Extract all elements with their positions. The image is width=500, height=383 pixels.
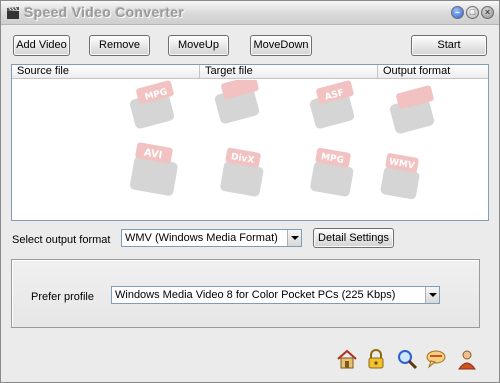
person-icon[interactable] xyxy=(456,348,478,370)
lock-icon[interactable] xyxy=(365,348,387,370)
format-watermark: MPG ASF AVI DivX MPG WMV xyxy=(129,80,435,200)
app-window: Speed Video Converter – □ × Add Video Re… xyxy=(0,0,500,383)
file-list-header: Source file Target file Output format xyxy=(12,65,488,79)
move-up-button[interactable]: MoveUp xyxy=(168,35,229,56)
prefer-profile-label: Prefer profile xyxy=(31,291,94,303)
watermark-tile: AVI xyxy=(130,142,178,196)
profile-select[interactable]: Windows Media Video 8 for Color Pocket P… xyxy=(111,286,440,304)
detail-settings-button[interactable]: Detail Settings xyxy=(313,228,394,248)
watermark-tile: ASF xyxy=(309,80,355,129)
output-format-value: WMV (Windows Media Format) xyxy=(125,232,278,244)
column-output-format[interactable]: Output format xyxy=(378,65,488,79)
close-button[interactable]: × xyxy=(481,6,494,19)
chevron-down-icon[interactable] xyxy=(425,287,439,303)
chevron-down-icon[interactable] xyxy=(287,230,301,246)
profile-value: Windows Media Video 8 for Color Pocket P… xyxy=(115,289,396,301)
search-icon[interactable] xyxy=(396,348,418,370)
watermark-tile xyxy=(214,80,260,124)
output-format-select[interactable]: WMV (Windows Media Format) xyxy=(121,229,302,247)
watermark-tile xyxy=(389,85,435,134)
watermark-tile: MPG xyxy=(310,147,354,197)
move-down-button[interactable]: MoveDown xyxy=(250,35,312,56)
column-source-file[interactable]: Source file xyxy=(12,65,200,79)
file-list[interactable]: Source file Target file Output format MP… xyxy=(11,64,489,221)
output-format-label: Select output format xyxy=(12,234,111,246)
clapperboard-icon xyxy=(7,7,19,19)
column-target-file[interactable]: Target file xyxy=(200,65,378,79)
remove-button[interactable]: Remove xyxy=(89,35,150,56)
add-video-button[interactable]: Add Video xyxy=(13,35,70,56)
watermark-tile: DivX xyxy=(220,147,264,197)
start-button[interactable]: Start xyxy=(411,35,487,56)
chat-icon[interactable] xyxy=(425,348,447,370)
home-icon[interactable] xyxy=(336,348,358,370)
watermark-tile: MPG xyxy=(129,80,175,129)
minimize-button[interactable]: – xyxy=(451,6,464,19)
window-title: Speed Video Converter xyxy=(24,4,185,20)
titlebar[interactable]: Speed Video Converter – □ × xyxy=(1,1,499,25)
maximize-button[interactable]: □ xyxy=(466,6,479,19)
watermark-tile: WMV xyxy=(380,153,420,200)
